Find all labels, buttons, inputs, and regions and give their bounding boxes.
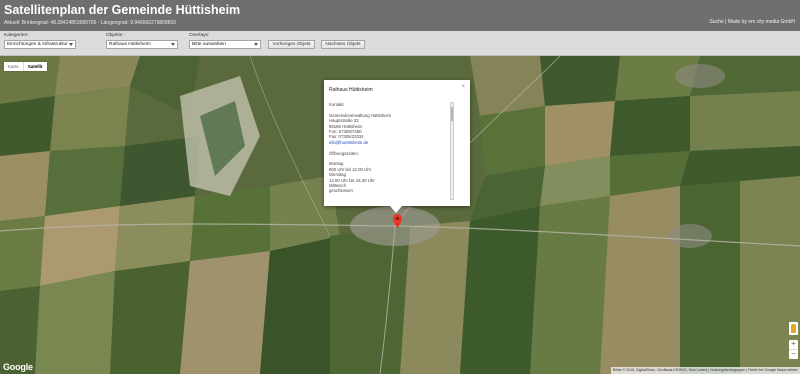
category-group: Kategorien: Einrichtungen & Infrastruktu… (4, 33, 76, 49)
google-logo[interactable]: Google (3, 362, 33, 372)
object-label: Objekte : (106, 33, 126, 38)
overlay-group: Overlays: Bitte auswählen (189, 33, 261, 49)
category-label: Kategorien: (4, 33, 29, 38)
info-window-title: Rathaus Hüttisheim (329, 87, 373, 93)
map-type-satellit[interactable]: Satellit (24, 62, 47, 71)
map-attribution[interactable]: Bilder © 2018, DigitalGlobe, GeoBasis-DE… (610, 367, 800, 374)
hours-line: geschlossen (329, 188, 353, 194)
location-marker-icon[interactable] (393, 214, 402, 228)
object-value: Rathaus Hüttisheim (109, 42, 151, 47)
hours-heading: Öffnungszeiten: (329, 150, 360, 156)
chevron-down-icon (254, 43, 258, 46)
contact-heading: Kontakt (329, 102, 344, 107)
zoom-control: + − (789, 340, 798, 359)
chevron-down-icon (69, 43, 73, 46)
filter-bar: Kategorien: Einrichtungen & Infrastruktu… (0, 31, 800, 56)
overlay-value: Bitte auswählen (192, 42, 226, 47)
page-title: Satellitenplan der Gemeinde Hüttisheim (4, 3, 241, 17)
credit-link[interactable]: Made by om city media GmbH (728, 19, 795, 25)
info-window: × Rathaus Hüttisheim Kontakt Gemeindever… (324, 80, 470, 213)
chevron-down-icon (171, 43, 175, 46)
info-window-pointer (390, 206, 402, 213)
header-links: Suche | Made by om city media GmbH (709, 19, 795, 25)
overlay-label: Overlays: (189, 33, 210, 38)
info-window-content[interactable]: Kontakt Gemeindeverwaltung Hüttisheim Ha… (329, 102, 457, 200)
satellite-map[interactable]: Karte Satellit × Rathaus Hüttisheim Kont… (0, 56, 800, 374)
search-link[interactable]: Suche (709, 19, 723, 25)
address-block: Gemeindeverwaltung Hüttisheim Hauptstraß… (329, 113, 457, 145)
zoom-out-button[interactable]: − (789, 350, 798, 359)
hours-block: Montag 800 Uhr bis 12.00 Uhr Dienstag 14… (329, 161, 457, 193)
map-type-control: Karte Satellit (4, 62, 47, 71)
object-group: Objekte : Rathaus Hüttisheim (106, 33, 178, 49)
street-view-pegman-icon[interactable] (789, 322, 798, 335)
next-object-button[interactable]: Nächstes Objekt (321, 40, 365, 49)
category-select[interactable]: Einrichtungen & Infrastruktur (4, 40, 76, 49)
zoom-in-button[interactable]: + (789, 340, 798, 349)
previous-object-button[interactable]: Vorheriges Objekt (268, 40, 315, 49)
email-link[interactable]: info@huettisheim.de (329, 140, 368, 145)
object-select[interactable]: Rathaus Hüttisheim (106, 40, 178, 49)
coordinates-readout: Aktuell: Breitengrad: 48.28424853580705 … (4, 20, 177, 26)
header: Satellitenplan der Gemeinde Hüttisheim A… (0, 0, 800, 31)
info-window-scrollbar[interactable] (450, 102, 454, 200)
overlay-select[interactable]: Bitte auswählen (189, 40, 261, 49)
close-icon[interactable]: × (461, 84, 465, 90)
scrollbar-thumb[interactable] (451, 107, 453, 121)
pegman-figure (791, 324, 796, 333)
map-type-karte[interactable]: Karte (4, 62, 24, 71)
category-value: Einrichtungen & Infrastruktur (7, 42, 68, 47)
